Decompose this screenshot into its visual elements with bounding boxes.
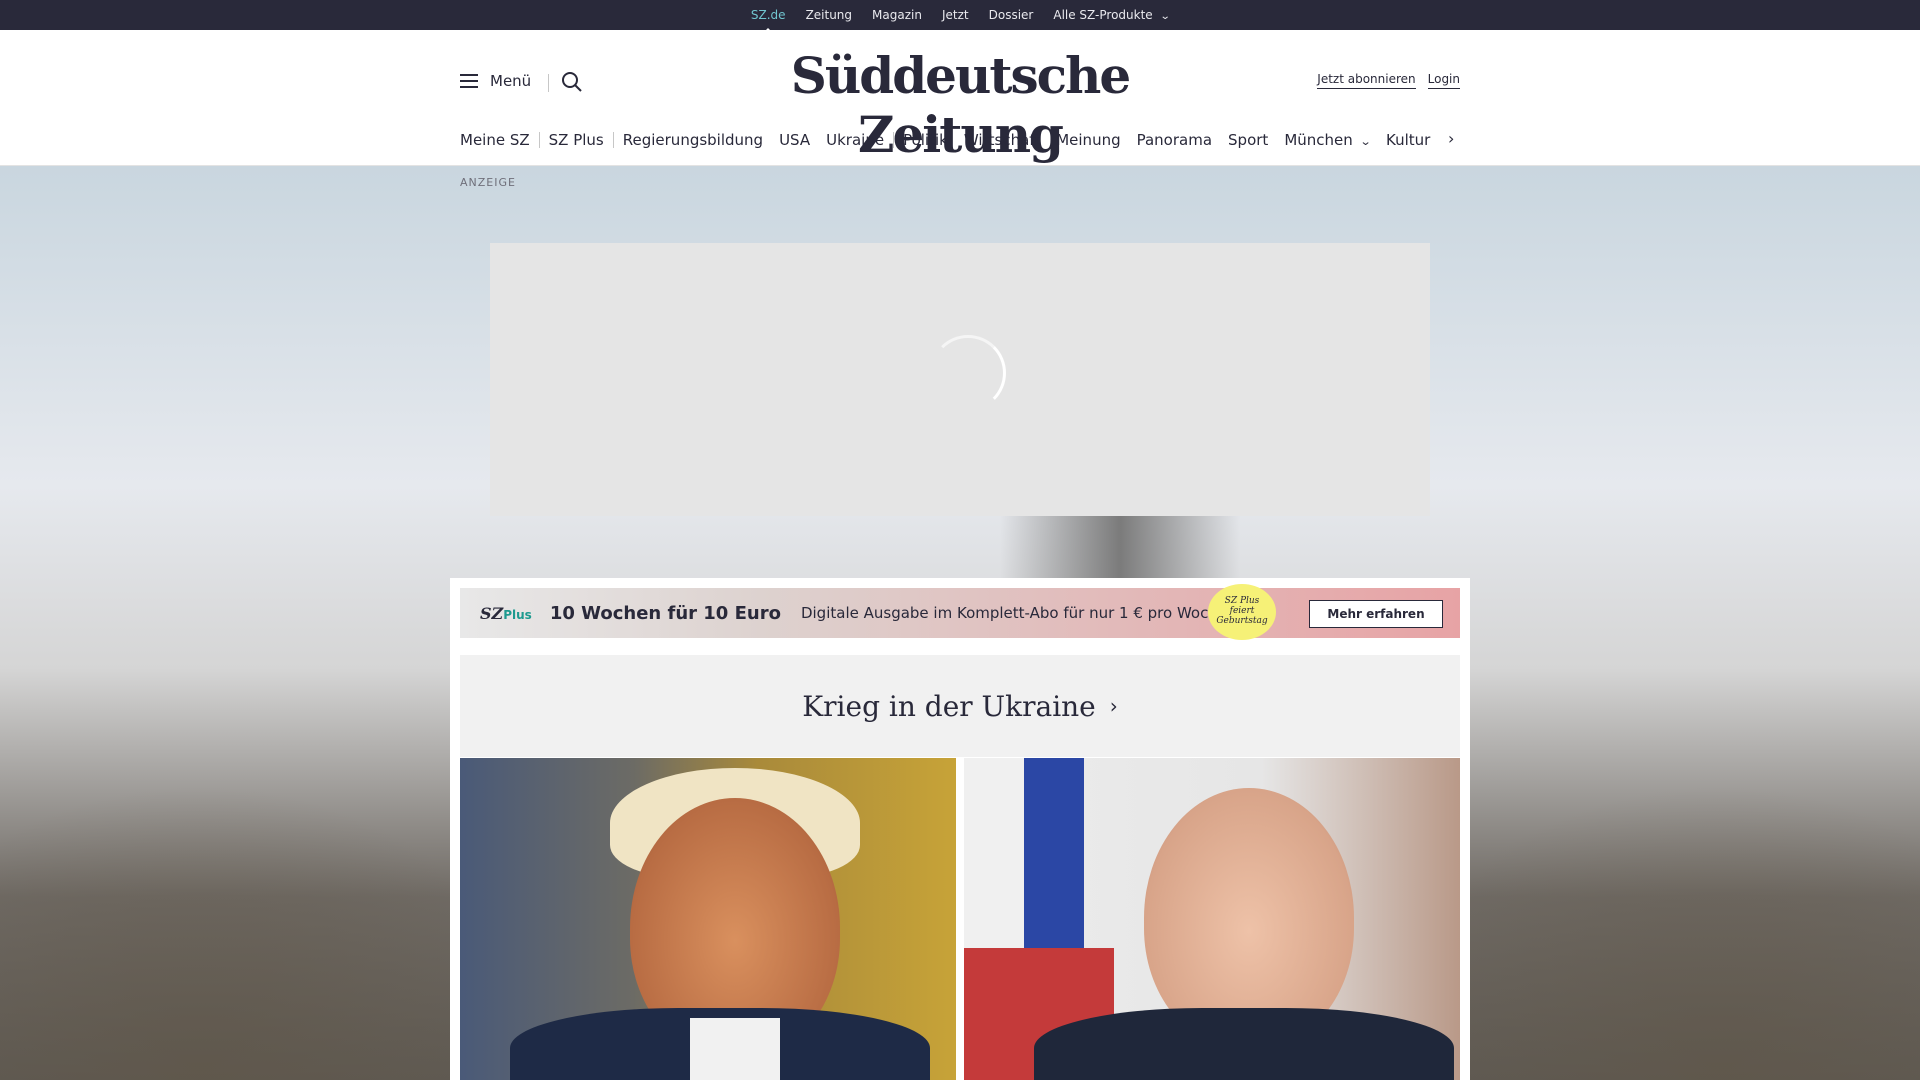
nav-item-regierungsbildung[interactable]: Regierungsbildung bbox=[623, 131, 763, 149]
ad-label: ANZEIGE bbox=[460, 176, 516, 189]
nav-item-politik[interactable]: Politik bbox=[903, 131, 948, 149]
nav-item-sport[interactable]: Sport bbox=[1228, 131, 1268, 149]
main-navigation: Meine SZ SZ Plus Regierungsbildung USA U… bbox=[460, 130, 1446, 150]
nav-divider bbox=[893, 132, 895, 148]
nav-item-usa[interactable]: USA bbox=[779, 131, 810, 149]
search-icon[interactable] bbox=[560, 70, 584, 94]
nav-item-kultur[interactable]: Kultur bbox=[1386, 131, 1430, 149]
topbar-link-dossier[interactable]: Dossier bbox=[989, 8, 1034, 22]
sz-plus-logo: SZPlus bbox=[480, 603, 532, 623]
promo-text: Digitale Ausgabe im Komplett-Abo für nur… bbox=[800, 604, 1232, 622]
nav-item-muenchen[interactable]: München ⌄ bbox=[1284, 131, 1372, 149]
promo-headline: 10 Wochen für 10 Euro bbox=[549, 602, 781, 624]
topbar-link-jetzt[interactable]: Jetzt bbox=[942, 8, 969, 22]
image-detail bbox=[1034, 1008, 1454, 1080]
loading-spinner-icon bbox=[930, 335, 1006, 411]
topbar-link-sz-de[interactable]: SZ.de bbox=[751, 8, 786, 22]
section-title: Krieg in der Ukraine bbox=[802, 689, 1096, 723]
header-divider bbox=[548, 74, 549, 92]
topbar-all-products-dropdown[interactable]: Alle SZ-Produkte ⌄ bbox=[1053, 8, 1171, 22]
nav-item-panorama[interactable]: Panorama bbox=[1137, 131, 1212, 149]
section-header[interactable]: Krieg in der Ukraine › bbox=[460, 655, 1460, 757]
topbar-link-zeitung[interactable]: Zeitung bbox=[806, 8, 852, 22]
nav-divider bbox=[538, 132, 540, 148]
birthday-badge: SZ Plus feiert Geburtstag bbox=[1208, 584, 1276, 640]
article-image-left[interactable] bbox=[460, 758, 956, 1080]
nav-divider bbox=[612, 132, 614, 148]
site-header: Menü Süddeutsche Zeitung Jetzt abonniere… bbox=[0, 30, 1920, 166]
subscribe-link[interactable]: Jetzt abonnieren bbox=[1317, 72, 1416, 89]
menu-label: Menü bbox=[490, 72, 532, 90]
ad-shadow bbox=[1000, 516, 1240, 578]
chevron-down-icon: ⌄ bbox=[1359, 135, 1372, 148]
nav-item-meinung[interactable]: Meinung bbox=[1056, 131, 1120, 149]
chevron-right-icon: › bbox=[1109, 694, 1118, 718]
nav-item-ukraine[interactable]: Ukraine bbox=[826, 131, 884, 149]
nav-item-sz-plus[interactable]: SZ Plus bbox=[549, 131, 604, 149]
topbar-all-products-label: Alle SZ-Produkte bbox=[1053, 8, 1153, 22]
hamburger-icon bbox=[460, 74, 478, 88]
promo-cta-button[interactable]: Mehr erfahren bbox=[1309, 600, 1443, 628]
main-content: SZPlus 10 Wochen für 10 Euro Digitale Au… bbox=[450, 578, 1470, 1080]
account-links: Jetzt abonnieren Login bbox=[1317, 72, 1460, 89]
nav-item-muenchen-label: München bbox=[1284, 131, 1353, 149]
chevron-right-icon[interactable]: › bbox=[1448, 129, 1454, 148]
nav-item-meine-sz[interactable]: Meine SZ bbox=[460, 131, 530, 149]
image-detail bbox=[690, 1018, 780, 1080]
chevron-down-icon: ⌄ bbox=[1159, 11, 1171, 22]
login-link[interactable]: Login bbox=[1427, 72, 1460, 89]
promo-banner[interactable]: SZPlus 10 Wochen für 10 Euro Digitale Au… bbox=[460, 584, 1460, 640]
menu-button[interactable]: Menü bbox=[460, 72, 531, 90]
nav-item-wirtschaft[interactable]: Wirtschaft bbox=[964, 131, 1040, 149]
badge-line-3: Geburtstag bbox=[1216, 615, 1268, 626]
top-utility-bar: SZ.de Zeitung Magazin Jetzt Dossier Alle… bbox=[0, 0, 1920, 30]
article-image-right[interactable] bbox=[964, 758, 1460, 1080]
topbar-link-magazin[interactable]: Magazin bbox=[872, 8, 922, 22]
